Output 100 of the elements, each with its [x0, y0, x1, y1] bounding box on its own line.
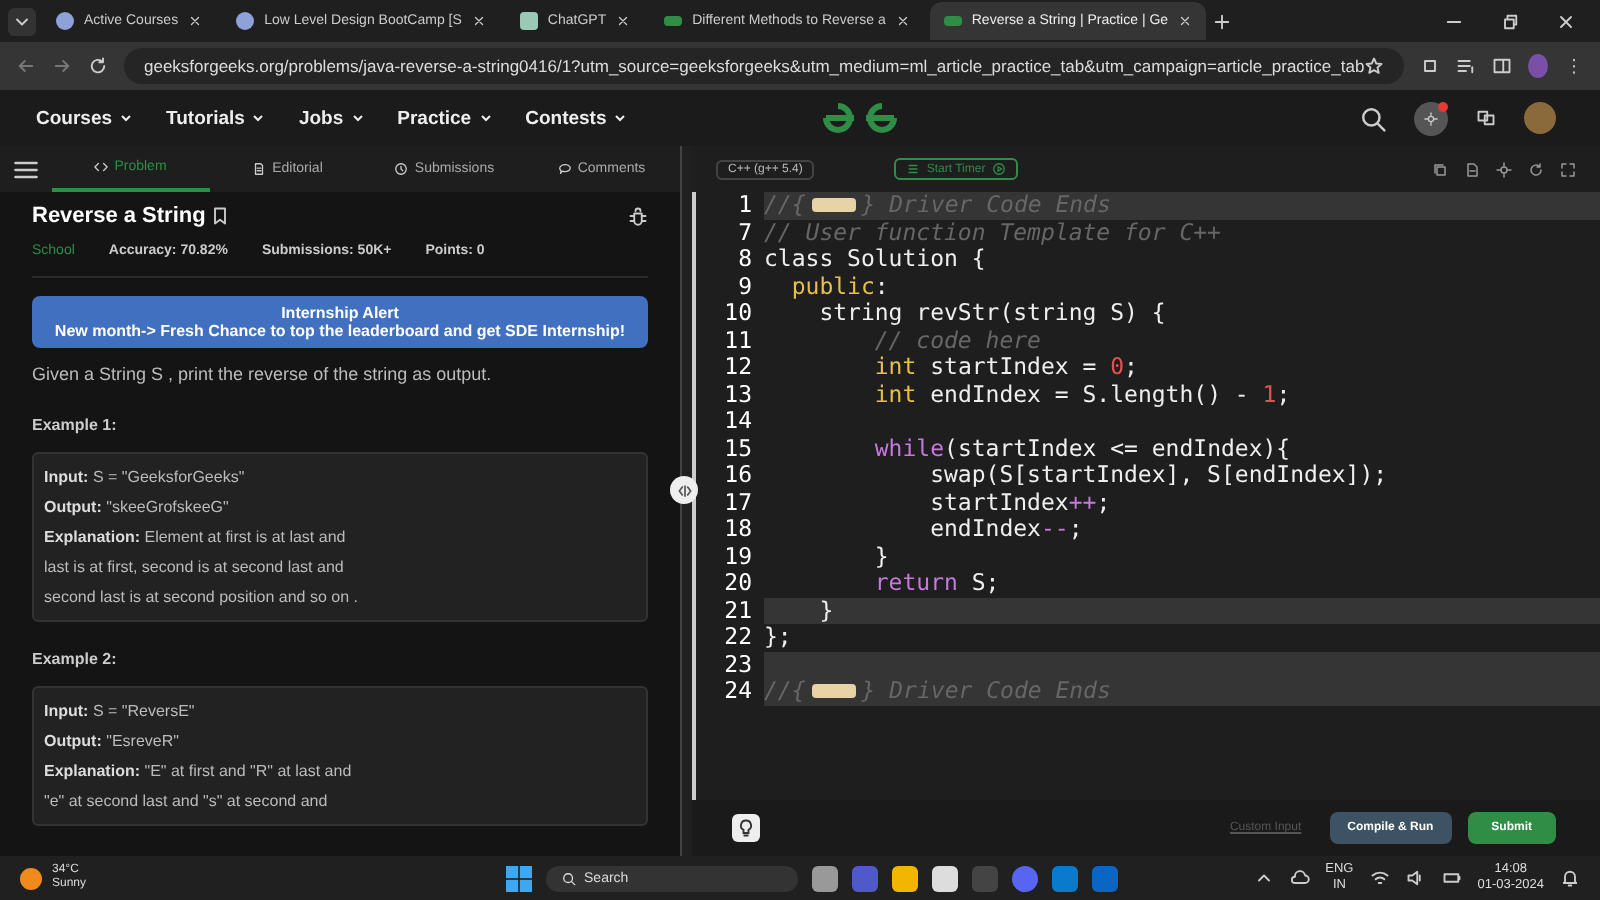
line-number: 7 — [736, 219, 754, 246]
speaker-icon[interactable] — [1405, 868, 1426, 888]
code-line: while(startIndex <= endIndex){ — [872, 435, 1293, 462]
nav-menu-item[interactable]: Courses — [36, 107, 135, 129]
file-icon[interactable] — [1464, 161, 1480, 177]
theme-toggle-button[interactable] — [1414, 101, 1448, 135]
example-text: Input: S = "ReversE" — [44, 700, 197, 724]
code-line: startIndex++; — [928, 489, 1113, 516]
bookmark-icon[interactable] — [209, 206, 230, 226]
forward-icon[interactable] — [52, 56, 72, 76]
problem-description: Given a String S , print the reverse of the string as output. — [32, 364, 494, 384]
site-icon — [943, 16, 962, 26]
internship-alert-banner[interactable]: Internship Alert New month-> Fresh Chance to top the leaderboard and get SDE Internship! — [32, 296, 648, 348]
bell-icon[interactable] — [1560, 868, 1580, 888]
sidebar-icon[interactable] — [1492, 56, 1513, 76]
code-line: class Solution { — [764, 246, 988, 273]
example-text: Explanation: "E" at first and "R" at last and — [44, 760, 354, 784]
line-number: 18 — [722, 516, 754, 543]
example-text: Output: "skeeGrofskeeG" — [44, 496, 231, 520]
line-number: 13 — [722, 381, 754, 408]
playlist-icon[interactable] — [1456, 56, 1477, 76]
line-number: 11 — [722, 327, 754, 354]
line-number: 20 — [722, 570, 754, 597]
code-line: return S; — [872, 570, 1002, 597]
example-text: second last is at second position and so on . — [44, 586, 360, 610]
logo-icon[interactable] — [820, 102, 901, 134]
example-heading: Example 1: — [32, 416, 119, 434]
windows-start-icon[interactable] — [506, 865, 533, 891]
cloud-icon[interactable] — [1289, 868, 1310, 888]
search-icon — [562, 871, 577, 885]
tab-icon — [252, 162, 267, 176]
new-tab-icon[interactable] — [1212, 11, 1233, 31]
extension-icon[interactable] — [1420, 56, 1441, 76]
example-text: last is at first, second is at second last and — [44, 556, 346, 580]
back-icon[interactable] — [16, 56, 36, 76]
site-icon — [236, 12, 255, 30]
tab-icon — [394, 162, 409, 176]
line-number: 15 — [722, 435, 754, 462]
problem-title: Reverse a String — [32, 204, 206, 228]
taskbar-app-icon[interactable] — [932, 865, 959, 891]
reload-icon[interactable] — [88, 56, 108, 76]
close-icon[interactable] — [1178, 14, 1193, 28]
line-number: 1 — [736, 192, 754, 219]
code-line: int startIndex = 0; — [872, 354, 1140, 381]
folder-icon[interactable] — [892, 865, 919, 891]
nav-menu-item[interactable]: Contests — [525, 107, 629, 129]
sun-icon[interactable] — [20, 867, 42, 889]
close-icon[interactable] — [471, 14, 486, 28]
chevron-down-icon — [477, 110, 494, 126]
nav-menu-item[interactable]: Tutorials — [166, 107, 267, 129]
nav-menu-item[interactable]: Practice — [397, 107, 494, 129]
code-line: }; — [764, 624, 794, 651]
code-line: // User function Template for C++ — [764, 219, 1223, 246]
line-number: 16 — [722, 462, 754, 489]
site-icon — [664, 16, 683, 26]
battery-icon[interactable] — [1441, 868, 1462, 888]
taskbar-app-icon[interactable] — [812, 865, 839, 891]
example-text: Explanation: Element at first is at last and — [44, 526, 348, 550]
line-number: 21 — [722, 597, 754, 624]
close-icon[interactable] — [188, 14, 203, 28]
close-icon[interactable] — [895, 14, 910, 28]
line-number: 12 — [722, 354, 754, 381]
close-icon[interactable] — [1556, 11, 1576, 31]
line-number: 19 — [722, 543, 754, 570]
reset-icon[interactable] — [1528, 161, 1544, 177]
nav-menu-item[interactable]: Jobs — [298, 107, 366, 129]
wifi-icon[interactable] — [1369, 868, 1390, 888]
copy-icon[interactable] — [1432, 161, 1448, 177]
address-bar[interactable]: geeksforgeeks.org/problems/java-reverse-a-string0416/1?utm_source=geeksforgeeks&utm_medium=ml_article_practice_tab&utm_campaign=article_practice_tab — [124, 48, 1405, 84]
list-icon — [906, 162, 921, 176]
code-line: int endIndex = S.length() - 1; — [872, 381, 1293, 408]
code-line: public: — [789, 273, 891, 300]
play-icon — [991, 162, 1006, 176]
chevron-down-icon — [118, 110, 135, 126]
site-icon — [56, 12, 74, 30]
user-avatar[interactable] — [1524, 102, 1556, 134]
line-number: 8 — [736, 246, 754, 273]
star-icon[interactable] — [1364, 56, 1385, 76]
restore-icon[interactable] — [1500, 11, 1520, 31]
translate-icon[interactable] — [1476, 108, 1496, 128]
tab-icon — [94, 160, 109, 174]
settings-icon[interactable] — [1496, 161, 1512, 177]
line-number: 9 — [736, 273, 754, 300]
line-number: 10 — [722, 300, 754, 327]
lightbulb-icon[interactable] — [732, 814, 760, 842]
site-icon — [519, 12, 538, 30]
line-number: 14 — [722, 408, 754, 435]
line-number: 24 — [722, 678, 754, 705]
code-line: string revStr(string S) { — [819, 300, 1168, 327]
code-line: swap(S[startIndex], S[endIndex]); — [928, 462, 1390, 489]
close-icon[interactable] — [616, 14, 631, 28]
line-number: 22 — [722, 624, 754, 651]
search-icon[interactable] — [1360, 105, 1386, 131]
chevron-down-icon — [349, 110, 366, 126]
example-heading: Example 2: — [32, 650, 119, 668]
fullscreen-icon[interactable] — [1560, 161, 1576, 177]
bug-icon[interactable] — [628, 206, 648, 226]
code-line: } — [872, 543, 891, 570]
tab-icon — [557, 162, 572, 176]
line-number: 23 — [722, 651, 754, 678]
